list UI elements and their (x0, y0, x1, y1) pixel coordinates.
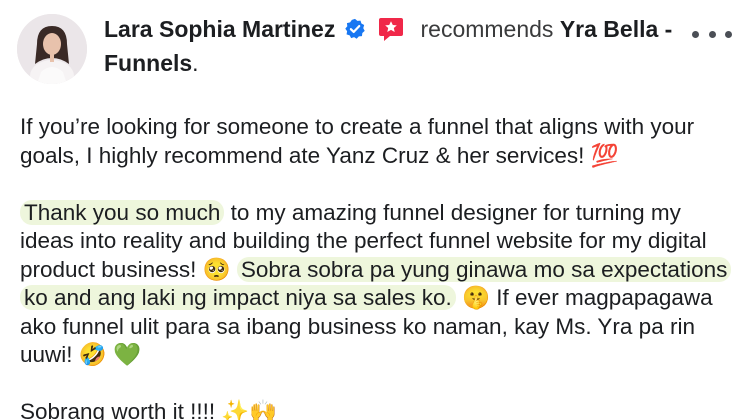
recommend-star-icon (379, 18, 404, 41)
post-paragraph-3: Sobrang worth it !!!! ✨🙌 (20, 399, 278, 420)
post-header: Lara Sophia Martinez recommends Yra Bell… (0, 0, 750, 100)
author-name-link[interactable]: Lara Sophia Martinez (104, 16, 335, 42)
post-body: If you’re looking for someone to create … (20, 113, 732, 420)
post-paragraph-1: If you’re looking for someone to create … (20, 114, 695, 168)
more-options-icon-dot (725, 30, 732, 38)
more-options-icon (692, 30, 699, 38)
page-name-suffix: . (192, 50, 199, 76)
recommends-label: recommends (420, 16, 554, 42)
more-options-icon-dot (708, 30, 716, 38)
highlighted-text: Thank you so much (20, 199, 225, 225)
post-paragraph-2: Thank you so much to my amazing funnel d… (20, 199, 732, 370)
verified-badge-icon (345, 18, 365, 39)
avatar-photo (17, 14, 87, 84)
recommendation-line: Lara Sophia Martinez recommends Yra Bell… (104, 12, 704, 80)
author-avatar[interactable] (17, 14, 87, 84)
more-options-button[interactable] (692, 22, 732, 46)
